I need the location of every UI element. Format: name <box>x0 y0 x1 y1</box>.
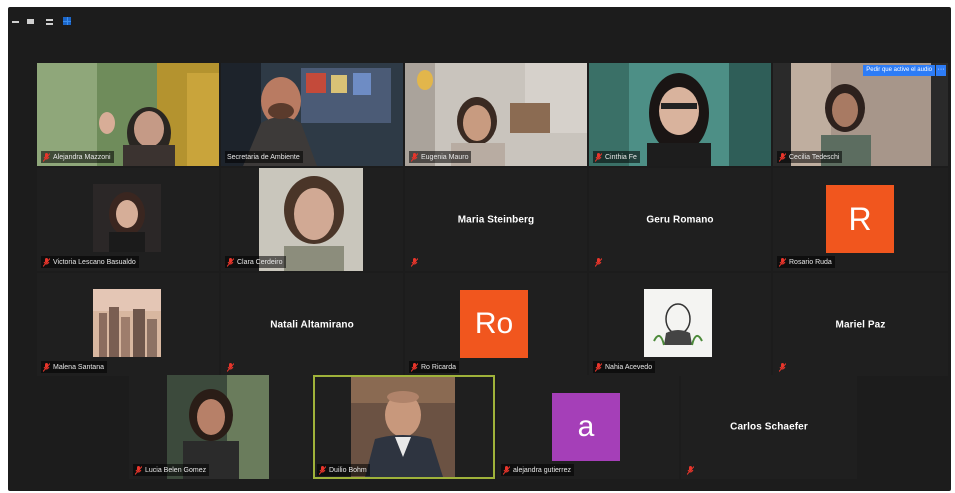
participant-name: Alejandra Mazzoni <box>53 153 111 161</box>
participant-name-label: Victoria Lescano Basualdo <box>41 256 139 268</box>
mic-muted-icon <box>135 465 142 475</box>
participant-tile-secretaria-ambiente[interactable]: Secretaria de Ambiente <box>221 63 403 166</box>
participant-display-name: Mariel Paz <box>835 319 886 330</box>
participant-name: Secretaria de Ambiente <box>227 153 300 161</box>
participant-name: Clara Cerdeiro <box>237 258 283 266</box>
participant-name: Rosario Ruda <box>789 258 832 266</box>
mic-muted-icon <box>687 465 694 475</box>
mic-muted-icon <box>595 362 602 372</box>
participant-display-name: Carlos Schaefer <box>730 421 808 433</box>
mic-muted-icon <box>319 465 326 475</box>
gallery-view-icon[interactable] <box>63 17 71 25</box>
participant-tile-lucia[interactable]: Lucia Belen Gomez <box>129 375 311 479</box>
mic-muted-icon <box>411 362 418 372</box>
mic-muted-icon <box>779 257 786 267</box>
participant-name-label: Lucia Belen Gomez <box>133 464 210 476</box>
participant-name-label: Clara Cerdeiro <box>225 256 286 268</box>
participant-name-label <box>777 361 789 373</box>
participant-tile-eugenia-mauro[interactable]: Eugenia Mauro <box>405 63 587 166</box>
participant-video <box>93 184 161 252</box>
avatar: Ro <box>460 290 528 358</box>
participant-tile-mariel[interactable]: Mariel Paz <box>773 273 948 376</box>
participant-name-label: Rosario Ruda <box>777 256 835 268</box>
participant-name-label <box>593 256 605 268</box>
participant-display-name: Natali Altamirano <box>270 319 354 330</box>
participant-name: Malena Santana <box>53 363 104 371</box>
participant-name-label: Eugenia Mauro <box>409 151 472 163</box>
participant-name-label <box>225 361 237 373</box>
participant-name: Nahia Acevedo <box>605 363 653 371</box>
participant-name-label: Alejandra Mazzoni <box>41 151 114 163</box>
mic-muted-icon <box>411 152 418 162</box>
participant-display-name: Geru Romano <box>646 214 714 225</box>
participant-video <box>93 289 161 357</box>
participant-name-label <box>409 256 421 268</box>
speaker-view-icon[interactable] <box>46 19 53 25</box>
mic-muted-icon <box>43 257 50 267</box>
participant-tile-cinthia[interactable]: Cinthia Fe <box>589 63 771 166</box>
participant-tile-maria-steinberg[interactable]: Maria Steinberg <box>405 168 587 271</box>
participant-video <box>351 377 455 477</box>
participant-tile-victoria[interactable]: Victoria Lescano Basualdo <box>37 168 219 271</box>
mic-muted-icon <box>503 465 510 475</box>
participant-tile-cecilia[interactable]: Pedir que active el audio ··· Cecilia Te… <box>773 63 948 166</box>
avatar: R <box>826 185 894 253</box>
participant-name-label: Malena Santana <box>41 361 107 373</box>
mic-muted-icon <box>411 257 418 267</box>
participant-tile-carlos[interactable]: Carlos Schaefer <box>681 375 857 479</box>
participant-display-name: Maria Steinberg <box>457 214 535 225</box>
window-toolbar <box>8 7 951 35</box>
participant-name-label: Duilio Bohm <box>317 464 370 476</box>
participant-tile-nahia[interactable]: Nahia Acevedo <box>589 273 771 376</box>
participant-name-label: Cinthia Fe <box>593 151 640 163</box>
participant-name: Eugenia Mauro <box>421 153 469 161</box>
participant-tile-clara[interactable]: Clara Cerdeiro <box>221 168 403 271</box>
minimize-icon[interactable] <box>12 21 19 23</box>
participant-name: Ro Ricarda <box>421 363 457 371</box>
mic-muted-icon <box>227 362 234 372</box>
unmute-request-group: Pedir que active el audio ··· <box>863 65 946 76</box>
participant-tile-duilio[interactable]: Duilio Bohm <box>313 375 495 479</box>
participant-video <box>644 289 712 357</box>
participant-name-label: Cecilia Tedeschi <box>777 151 843 163</box>
mic-muted-icon <box>779 152 786 162</box>
mic-muted-icon <box>595 152 602 162</box>
participant-name-label: Nahia Acevedo <box>593 361 656 373</box>
participant-tile-alejandra-mazzoni[interactable]: Alejandra Mazzoni <box>37 63 219 166</box>
participant-name: Victoria Lescano Basualdo <box>53 258 136 266</box>
mic-muted-icon <box>43 362 50 372</box>
mic-muted-icon <box>43 152 50 162</box>
request-unmute-button[interactable]: Pedir que active el audio <box>863 65 935 76</box>
participant-name-label <box>685 464 697 476</box>
participant-name: Lucia Belen Gomez <box>145 466 207 474</box>
participant-name-label: Ro Ricarda <box>409 361 460 373</box>
mic-muted-icon <box>227 257 234 267</box>
participant-tile-alejandra-gutierrez[interactable]: a alejandra gutierrez <box>497 375 679 479</box>
participant-name: Cecilia Tedeschi <box>789 153 840 161</box>
participant-tile-ro-ricarda[interactable]: Ro Ro Ricarda <box>405 273 587 376</box>
participant-name-label: alejandra gutierrez <box>501 464 574 476</box>
participant-tile-geru-romano[interactable]: Geru Romano <box>589 168 771 271</box>
participant-tile-malena[interactable]: Malena Santana <box>37 273 219 376</box>
participant-name: Cinthia Fe <box>605 153 637 161</box>
mic-muted-icon <box>595 257 602 267</box>
zoom-meeting-window: Alejandra Mazzoni Secretaria de Ambiente <box>8 7 951 491</box>
participant-tile-natali[interactable]: Natali Altamirano <box>221 273 403 376</box>
more-options-button[interactable]: ··· <box>936 65 946 76</box>
restore-icon[interactable] <box>27 19 34 24</box>
participant-name: alejandra gutierrez <box>513 466 571 474</box>
participant-tile-rosario[interactable]: R Rosario Ruda <box>773 168 948 271</box>
participant-name: Duilio Bohm <box>329 466 367 474</box>
avatar: a <box>552 393 620 461</box>
participant-name-label: Secretaria de Ambiente <box>225 151 303 163</box>
mic-muted-icon <box>779 362 786 372</box>
